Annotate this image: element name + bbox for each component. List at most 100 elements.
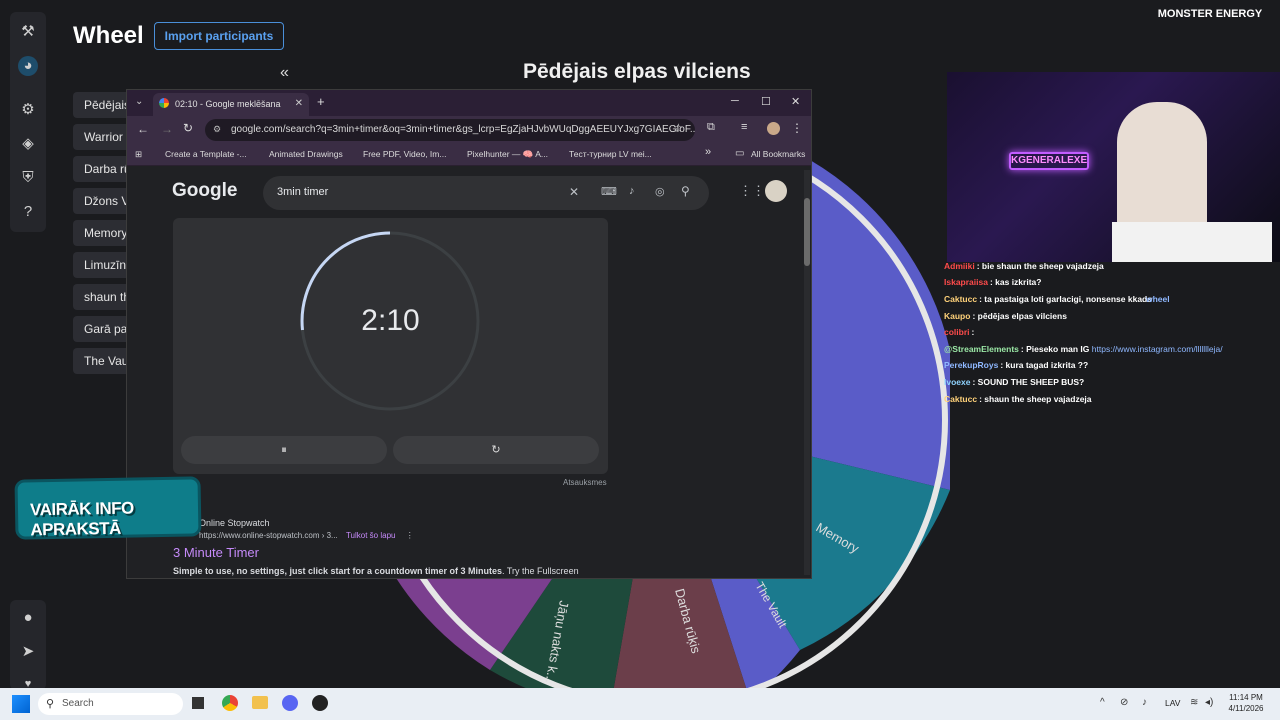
network-icon[interactable]: ⊘ (1120, 697, 1128, 708)
scrollbar-thumb[interactable] (804, 198, 810, 266)
chat-message: Ivoexe: SOUND THE SHEEP BUS? (944, 377, 1084, 387)
participant-item[interactable]: shaun th (73, 284, 133, 310)
participant-item[interactable]: Limuzīns (73, 252, 133, 278)
all-bookmarks-button[interactable]: All Bookmarks (751, 149, 805, 159)
bookmark-item[interactable]: Тест-турнир LV mei... (569, 149, 652, 159)
obs-icon[interactable] (312, 695, 328, 711)
google-logo[interactable]: Google (172, 180, 237, 202)
forward-icon[interactable]: → (161, 122, 173, 136)
chat-user: Caktucc (944, 294, 978, 304)
chat-link[interactable]: https://www.instagram.com/llllllleja/ (1092, 344, 1223, 354)
back-icon[interactable]: ← (137, 122, 149, 136)
chat-overlay-fragment: wheel (1145, 294, 1170, 304)
participant-item[interactable]: Memory (73, 220, 133, 246)
bookmark-item[interactable]: Create a Template -... (165, 149, 247, 159)
more-bookmarks-button[interactable]: » (705, 146, 711, 158)
google-results-page: Google 3min timer ✕ ⌨ ♪ ◎ ⚲ ⋮⋮ 2:10 ⏸ ↻ … (127, 166, 803, 578)
folder-icon: ▭ (735, 148, 745, 159)
tray-chevron-icon[interactable]: ^ (1100, 697, 1105, 708)
extensions-icon[interactable]: ⧉ (707, 121, 715, 134)
github-icon[interactable]: ● (18, 608, 38, 628)
info-badge: VAIRĀK INFO APRAKSTĀ (14, 476, 202, 540)
close-window-icon[interactable]: ✕ (791, 95, 800, 108)
feedback-link[interactable]: Atsauksmes (563, 478, 607, 487)
result-desc-rest: . Try the Fullscreen (502, 566, 579, 576)
reset-button[interactable]: ↻ (393, 436, 599, 464)
tab-search-icon[interactable]: ⌄ (135, 96, 143, 107)
result-url-text: https://www.online-stopwatch.com › 3... (199, 531, 338, 540)
language-indicator[interactable]: LAV (1165, 698, 1180, 708)
chrome-taskbar-icon[interactable] (222, 695, 238, 711)
url-text: google.com/search?q=3min+timer&oq=3min+t… (231, 124, 695, 135)
chat-user: Caktucc (944, 394, 978, 404)
translate-link[interactable]: Tulkot šo lapu (346, 531, 396, 540)
address-bar[interactable]: ⚙ google.com/search?q=3min+timer&oq=3min… (205, 119, 695, 141)
reload-icon[interactable]: ↻ (183, 121, 193, 135)
bookmark-item[interactable]: Free PDF, Video, Im... (363, 149, 446, 159)
taskbar-search[interactable]: ⚲ Search (38, 693, 183, 715)
result-menu-icon[interactable]: ⋮ (406, 531, 414, 540)
import-participants-button[interactable]: Import participants (154, 22, 284, 50)
bookmark-item[interactable]: Pixelhunter — 🧠 A... (467, 149, 548, 160)
google-apps-icon[interactable]: ⋮⋮ (739, 183, 765, 199)
layers-icon[interactable]: ◈ (18, 134, 38, 154)
participant-item[interactable]: Garā pas (73, 316, 133, 342)
profile-avatar[interactable] (767, 122, 780, 135)
account-avatar[interactable] (765, 180, 787, 202)
mic-icon[interactable]: ♪ (629, 185, 635, 197)
collapse-panel-button[interactable]: « (280, 64, 289, 82)
microphone-icon[interactable]: ♪ (1142, 697, 1147, 708)
chat-text: : bie shaun the sheep vajadzeja (976, 261, 1104, 271)
site-info-icon[interactable]: ⚙ (213, 124, 221, 135)
result-description: Simple to use, no settings, just click s… (173, 566, 579, 576)
browser-tab[interactable]: 02:10 - Google meklēšana ✕ (153, 93, 309, 116)
bookmark-star-icon[interactable]: ☆ (673, 121, 684, 135)
shield-icon[interactable]: ⛨ (18, 168, 38, 188)
help-icon[interactable]: ? (18, 202, 38, 222)
search-icon[interactable]: ⚲ (681, 184, 690, 198)
participant-item[interactable]: Džons V (73, 188, 133, 214)
participant-item[interactable]: Pēdējais (73, 92, 133, 118)
wheel-result-heading: Pēdējais elpas vilciens (523, 60, 751, 83)
search-input[interactable]: 3min timer ✕ ⌨ ♪ ◎ ⚲ (263, 176, 709, 210)
telegram-icon[interactable]: ➤ (18, 642, 38, 662)
participant-item[interactable]: The Vau (73, 348, 133, 374)
keyboard-icon[interactable]: ⌨ (601, 185, 617, 198)
discord-icon[interactable] (282, 695, 298, 711)
bookmark-item[interactable]: Animated Drawings (269, 149, 343, 159)
left-rail-bottom: ● ➤ ♥ (10, 600, 46, 690)
taskbar-clock[interactable]: 11:14 PM 4/11/2026 (1218, 692, 1274, 714)
tab-title: 02:10 - Google meklēšana (175, 99, 281, 109)
participant-item[interactable]: Darba rū (73, 156, 133, 182)
new-tab-button[interactable]: + (317, 94, 325, 109)
result-title-link[interactable]: 3 Minute Timer (173, 545, 259, 560)
gear-icon[interactable]: ⚙ (18, 100, 38, 120)
lens-icon[interactable]: ◎ (655, 185, 665, 198)
participant-item[interactable]: Warrior (73, 124, 133, 150)
apps-icon[interactable]: ⊞ (135, 149, 142, 160)
menu-icon[interactable]: ⋮ (791, 121, 803, 135)
hammer-icon[interactable]: ⚒ (18, 22, 38, 42)
clock-date: 4/11/2026 (1228, 704, 1264, 713)
browser-window: ⌄ 02:10 - Google meklēšana ✕ + ─ ☐ ✕ ← →… (126, 89, 812, 579)
task-view-icon[interactable] (192, 697, 204, 709)
minimize-icon[interactable]: ─ (731, 95, 739, 107)
wifi-icon[interactable]: ≋ (1190, 697, 1198, 708)
search-icon: ⚲ (46, 698, 55, 710)
pause-button[interactable]: ⏸ (181, 436, 387, 464)
maximize-icon[interactable]: ☐ (761, 95, 771, 108)
clear-icon[interactable]: ✕ (569, 185, 579, 199)
result-site-name[interactable]: Online Stopwatch (199, 518, 270, 528)
sponsor-logo: MONSTER ENERGY (1157, 8, 1263, 20)
chat-user: Ivoexe (944, 377, 971, 387)
points-counter: pumpīši - 510 (1159, 238, 1262, 257)
result-url[interactable]: https://www.online-stopwatch.com › 3... … (199, 531, 414, 540)
wheel-icon[interactable]: ◕ (18, 56, 38, 76)
volume-icon[interactable]: ◂) (1205, 697, 1213, 708)
chat-message: PerekupRoys: kura tagad izkrita ?? (944, 360, 1088, 370)
windows-start-icon[interactable] (12, 695, 30, 713)
file-explorer-icon[interactable] (252, 696, 268, 709)
media-icon[interactable]: ≡ (741, 121, 747, 133)
close-tab-icon[interactable]: ✕ (295, 98, 303, 109)
chat-text: : shaun the sheep vajadzeja (979, 394, 1092, 404)
